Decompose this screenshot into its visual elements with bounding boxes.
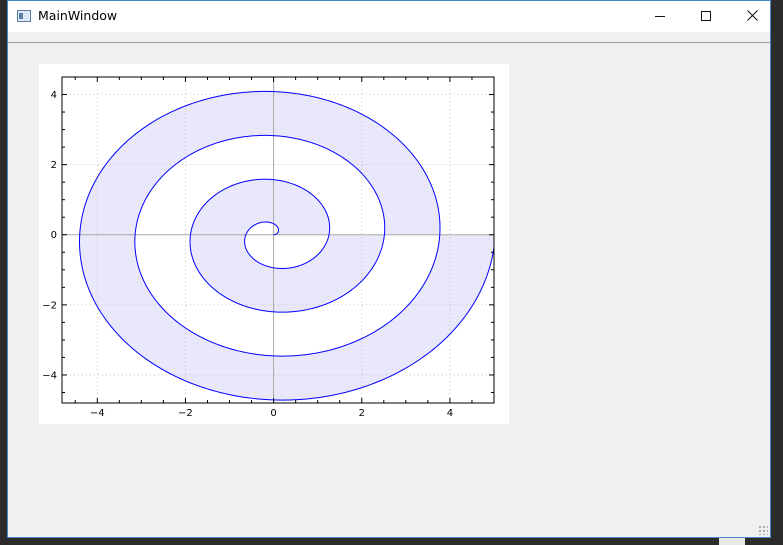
- x-tick-label: 0: [270, 408, 276, 419]
- spiral-fill-area: [79, 91, 494, 401]
- minimize-button[interactable]: [637, 1, 683, 32]
- y-tick-label: −2: [42, 300, 57, 311]
- main-window: MainWindow −4 −2 0 2 4 −4 −2 0 2 4: [7, 0, 771, 538]
- spiral-fill-group: [79, 91, 494, 401]
- minimize-icon: [655, 9, 665, 25]
- plot-widget[interactable]: −4 −2 0 2 4 −4 −2 0 2 4: [39, 64, 509, 424]
- y-tick-label: −4: [42, 370, 57, 381]
- background-chip: [719, 538, 745, 545]
- size-grip-icon[interactable]: [758, 525, 768, 535]
- maximize-button[interactable]: [683, 1, 729, 32]
- x-tick-label: 2: [359, 408, 365, 419]
- title-bar[interactable]: MainWindow: [8, 1, 770, 32]
- x-tick-label: −4: [90, 408, 105, 419]
- close-icon: [746, 9, 758, 25]
- x-tick-label: 4: [447, 408, 453, 419]
- close-button[interactable]: [729, 1, 775, 32]
- app-window-icon[interactable]: [17, 10, 31, 22]
- y-tick-label: 0: [51, 230, 57, 241]
- maximize-icon: [701, 9, 711, 25]
- window-title: MainWindow: [38, 8, 118, 23]
- y-tick-label: 4: [51, 90, 57, 101]
- background-terminal-right: [771, 0, 783, 545]
- spiral-plot[interactable]: −4 −2 0 2 4 −4 −2 0 2 4: [39, 64, 509, 424]
- central-widget: −4 −2 0 2 4 −4 −2 0 2 4: [8, 43, 770, 538]
- x-tick-label: −2: [178, 408, 193, 419]
- y-tick-label: 2: [51, 160, 57, 171]
